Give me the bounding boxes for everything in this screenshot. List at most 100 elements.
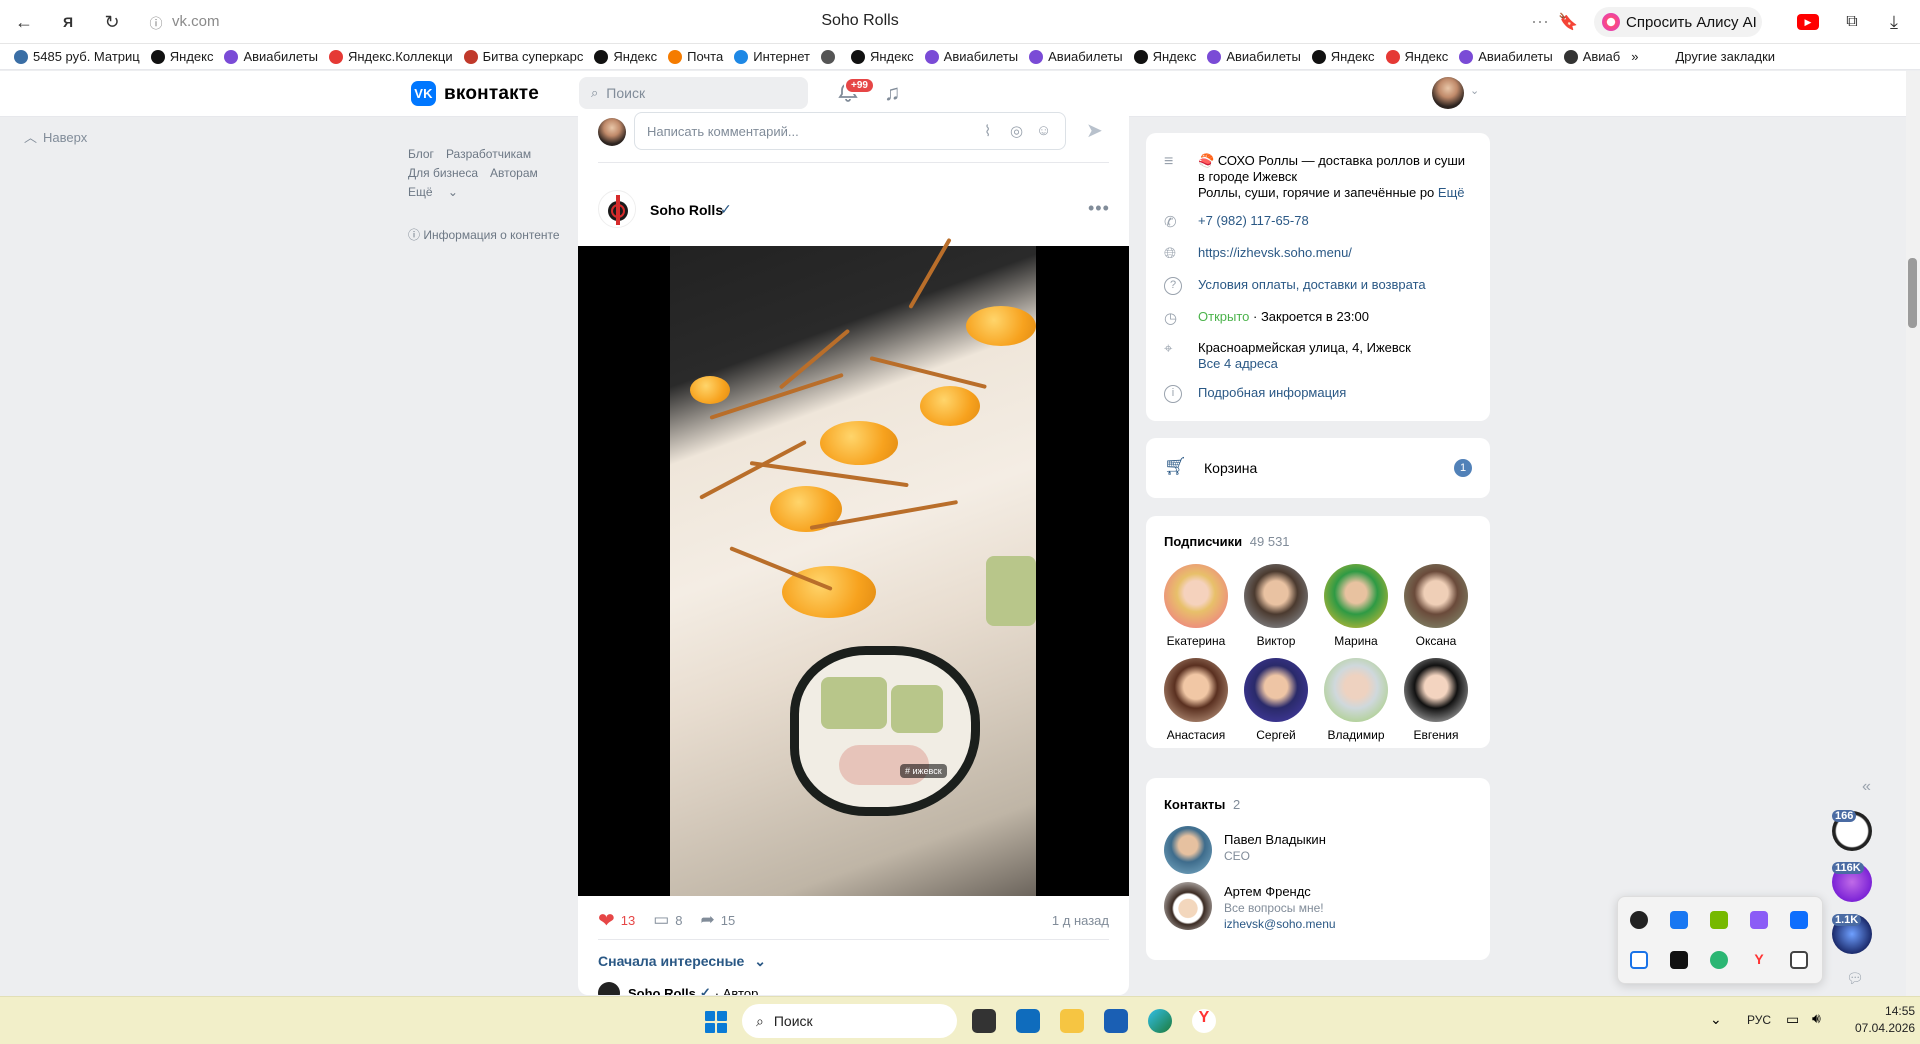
contacts-header[interactable]: Контакты 2 — [1164, 797, 1240, 812]
description-more-link[interactable]: Ещё — [1438, 185, 1465, 200]
user-avatar[interactable] — [1432, 77, 1464, 109]
chat-bubble-icon[interactable]: 💬︎ — [1846, 970, 1864, 987]
camera-icon[interactable]: ◎ — [1010, 122, 1023, 140]
bookmark-item[interactable]: Авиабилеты — [224, 49, 318, 64]
tray-app-icon[interactable] — [1750, 911, 1768, 929]
tray-usb-icon[interactable] — [1790, 951, 1808, 969]
bookmark-item[interactable]: Яндекс — [150, 49, 213, 64]
collapse-sidebar-icon[interactable]: « — [1862, 778, 1871, 796]
task-view-icon[interactable] — [972, 1009, 996, 1033]
reply-author-name[interactable]: Soho Rolls — [628, 986, 696, 996]
edge-icon[interactable] — [1148, 1009, 1172, 1033]
more-options-icon[interactable]: ••• — [1088, 198, 1110, 219]
post-author-name[interactable]: Soho Rolls — [650, 202, 723, 218]
closing-time[interactable]: Закроется в 23:00 — [1261, 309, 1369, 324]
network-icon[interactable]: ▭ — [1786, 1011, 1799, 1028]
chevron-down-icon[interactable]: ⌄ — [1470, 84, 1479, 97]
send-icon[interactable]: ➤ — [1086, 118, 1103, 143]
bookmark-item[interactable]: Яндекс — [594, 49, 657, 64]
tray-nvidia-icon[interactable] — [1710, 911, 1728, 929]
tray-snip-icon[interactable] — [1630, 951, 1648, 969]
ask-alice-button[interactable]: Спросить Алису AI — [1594, 7, 1762, 37]
taskbar-search-input[interactable]: ⌕ Поиск — [742, 1004, 957, 1038]
phone-link[interactable]: +7 (982) 117-65-78 — [1198, 213, 1309, 231]
cart-card[interactable]: 🛒︎ Корзина 1 — [1146, 438, 1490, 498]
downloads-icon[interactable]: ⤓ — [1882, 10, 1906, 34]
tray-bing-icon[interactable] — [1670, 911, 1688, 929]
terms-link[interactable]: Условия оплаты, доставки и возврата — [1198, 277, 1426, 295]
post-author-avatar[interactable] — [598, 190, 636, 228]
bookmark-item[interactable]: Яндекс — [1311, 49, 1375, 64]
tray-expand-icon[interactable]: ⌄ — [1710, 1011, 1722, 1028]
tray-app-icon[interactable] — [1630, 911, 1648, 929]
youtube-icon[interactable]: ▶ — [1796, 10, 1820, 34]
share-button[interactable]: ➦ 15 — [701, 910, 736, 930]
bookmark-item[interactable]: Авиабилеты — [1207, 49, 1301, 64]
subscribers-header[interactable]: Подписчики 49 531 — [1164, 534, 1290, 549]
page-scrollbar[interactable] — [1906, 71, 1920, 997]
like-button[interactable]: ❤ 13 — [598, 908, 635, 933]
subscriber-item[interactable]: Марина — [1324, 564, 1388, 648]
bookmark-item[interactable] — [820, 49, 840, 64]
more-bookmarks-button[interactable]: » — [1631, 49, 1638, 64]
attach-icon[interactable]: ⌇ — [984, 122, 991, 140]
content-info-link[interactable]: ⓘ Информация о контенте — [408, 226, 560, 243]
vk-logo[interactable]: VK вконтакте — [411, 81, 539, 106]
music-icon[interactable]: ♫ — [884, 80, 901, 106]
subscriber-item[interactable]: Оксана — [1404, 564, 1468, 648]
outlook-icon[interactable] — [1016, 1009, 1040, 1033]
page-menu-icon[interactable]: ⋯ — [1528, 10, 1552, 34]
bookmark-item[interactable]: Авиабилеты — [1029, 49, 1123, 64]
bookmark-item[interactable]: Яндекс — [1133, 49, 1196, 64]
bookmark-item[interactable]: Интернет — [734, 49, 810, 64]
tray-app-icon[interactable] — [1710, 951, 1728, 969]
bookmark-item[interactable]: Яндекс.Коллекци — [328, 49, 453, 64]
reply-author-avatar[interactable] — [598, 982, 620, 995]
bookmark-item[interactable]: 5485 руб. Матриц — [14, 49, 140, 64]
bookmark-item[interactable]: Битва суперкарс — [463, 49, 583, 64]
bookmark-item[interactable]: Почта — [668, 49, 723, 64]
subscriber-item[interactable]: Анастасия — [1164, 658, 1228, 742]
volume-icon[interactable]: 🔊︎ — [1812, 1010, 1821, 1027]
subscriber-item[interactable]: Виктор — [1244, 564, 1308, 648]
post-timestamp[interactable]: 1 д назад — [1052, 913, 1109, 928]
bookmark-item[interactable]: Яндекс — [850, 49, 914, 64]
other-bookmarks-button[interactable]: Другие закладки — [1675, 49, 1775, 64]
bookmark-item[interactable]: Авиабилеты — [924, 49, 1018, 64]
contact-item[interactable]: Артем Френдс Все вопросы мне! izhevsk@so… — [1164, 882, 1336, 931]
bookmark-item[interactable]: Авиабилеты — [1459, 49, 1553, 64]
emoji-icon[interactable]: ☺ — [1036, 122, 1051, 139]
tray-yandex-icon[interactable]: Y — [1750, 951, 1768, 969]
comment-sort-dropdown[interactable]: Сначала интересные ⌄ — [598, 953, 766, 970]
footer-link-more[interactable]: Ещё ⌄ — [408, 185, 458, 199]
bookmark-icon[interactable]: 🔖 — [1556, 10, 1580, 34]
subscriber-item[interactable]: Евгения — [1404, 658, 1468, 742]
footer-link-authors[interactable]: Авторам — [490, 166, 538, 180]
system-clock[interactable]: 14:55 07.04.2026 — [1855, 1003, 1915, 1037]
comments-button[interactable]: ▭ 8 — [653, 910, 682, 930]
all-addresses-link[interactable]: Все 4 адреса — [1198, 356, 1411, 372]
search-input[interactable]: ⌕ Поиск — [579, 77, 808, 109]
footer-link-developers[interactable]: Разработчикам — [446, 147, 531, 161]
tray-app-icon[interactable] — [1670, 951, 1688, 969]
bookmark-item[interactable]: Яндекс — [1385, 49, 1448, 64]
language-indicator[interactable]: РУС — [1747, 1013, 1771, 1027]
subscriber-item[interactable]: Владимир — [1324, 658, 1388, 742]
contact-email-link[interactable]: izhevsk@soho.menu — [1224, 917, 1336, 931]
website-link[interactable]: https://izhevsk.soho.menu/ — [1198, 245, 1352, 262]
comment-input[interactable]: Написать комментарий... — [634, 112, 1066, 150]
post-video[interactable]: # ижевск — [578, 237, 1129, 896]
scrollbar-thumb[interactable] — [1908, 258, 1917, 328]
details-link[interactable]: Подробная информация — [1198, 385, 1346, 403]
collections-icon[interactable]: ⧉ — [1840, 10, 1864, 34]
bookmark-item[interactable]: Авиаб — [1563, 49, 1620, 64]
contact-item[interactable]: Павел Владыкин CEO — [1164, 826, 1326, 874]
file-explorer-icon[interactable] — [1060, 1009, 1084, 1033]
footer-link-business[interactable]: Для бизнеса — [408, 166, 478, 180]
subscriber-item[interactable]: Сергей — [1244, 658, 1308, 742]
tray-app-icon[interactable] — [1790, 911, 1808, 929]
yandex-browser-icon[interactable]: Y — [1192, 1009, 1216, 1033]
footer-link-blog[interactable]: Блог — [408, 147, 434, 161]
start-button[interactable] — [705, 1011, 727, 1033]
subscriber-item[interactable]: Екатерина — [1164, 564, 1228, 648]
